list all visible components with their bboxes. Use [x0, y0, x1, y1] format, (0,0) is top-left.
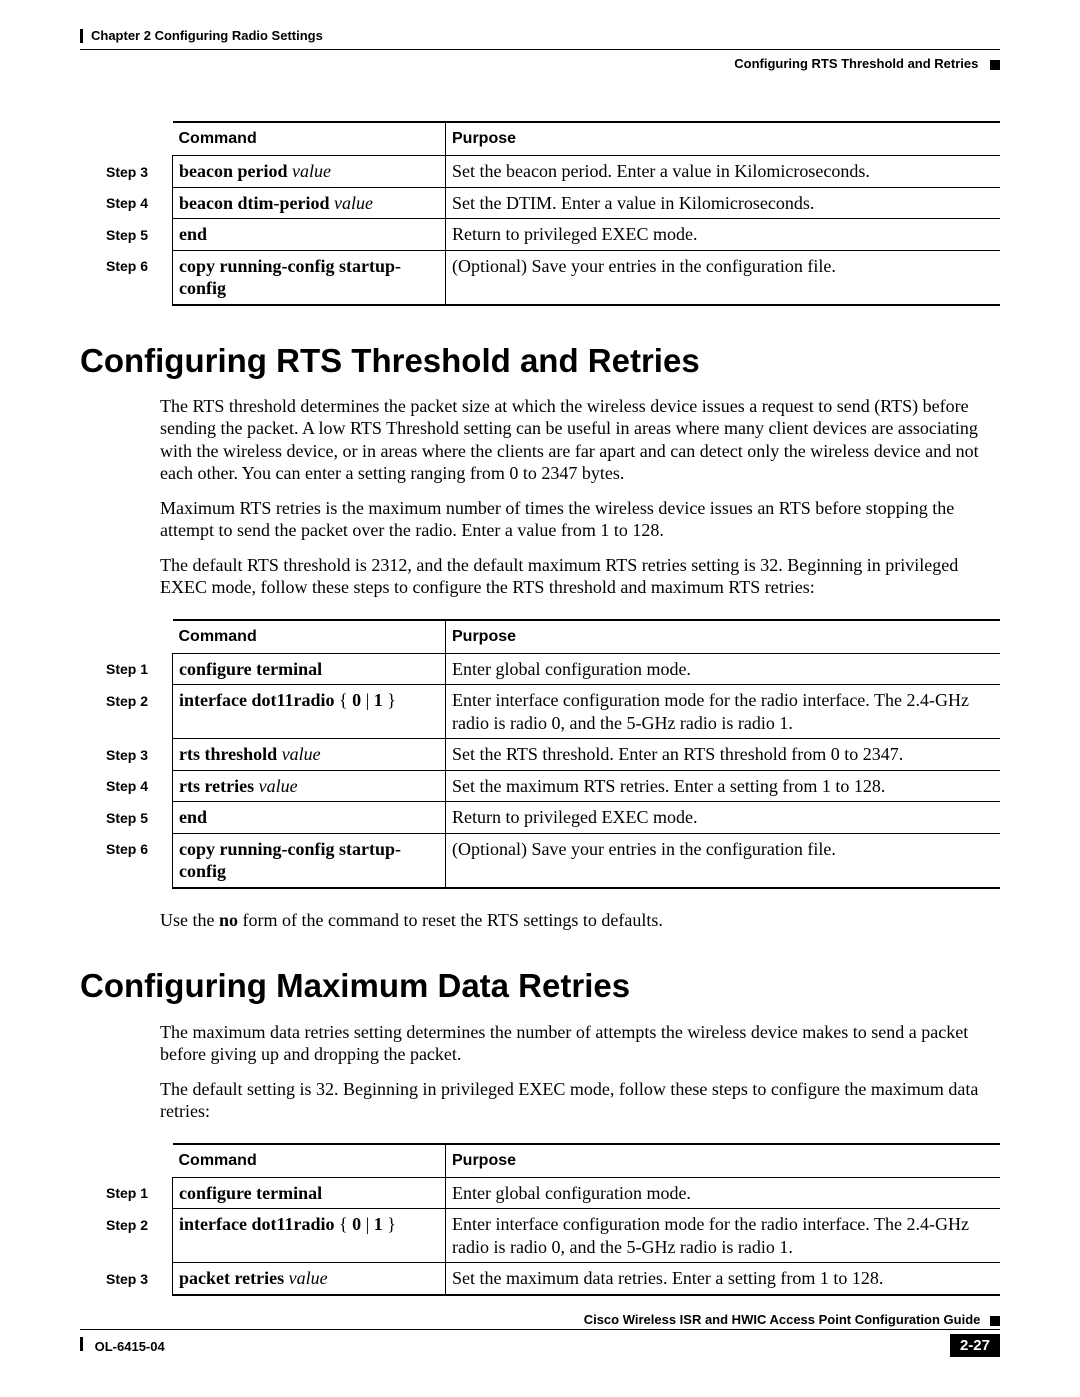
command-cell: interface dot11radio { 0 | 1 }: [173, 685, 446, 739]
command-header: Command: [173, 620, 446, 654]
paragraph: The maximum data retries setting determi…: [160, 1021, 1000, 1066]
header-square-icon: [990, 60, 1000, 70]
page-number: 2-27: [950, 1334, 1000, 1357]
purpose-header: Purpose: [446, 122, 1001, 156]
blank-header: [100, 1144, 173, 1178]
purpose-cell: (Optional) Save your entries in the conf…: [446, 250, 1001, 305]
purpose-cell: Return to privileged EXEC mode.: [446, 219, 1001, 251]
step-label: Step 6: [100, 250, 173, 305]
content-area: Command Purpose Step 3beacon period valu…: [160, 121, 1000, 1296]
command-header: Command: [173, 122, 446, 156]
step-label: Step 2: [100, 685, 173, 739]
step-label: Step 4: [100, 770, 173, 802]
command-cell: end: [173, 802, 446, 834]
step-label: Step 1: [100, 1177, 173, 1209]
command-cell: end: [173, 219, 446, 251]
command-cell: copy running-config startup-config: [173, 833, 446, 888]
footer-rule: [80, 1329, 1000, 1330]
purpose-header: Purpose: [446, 620, 1001, 654]
table-row: Step 4beacon dtim-period valueSet the DT…: [100, 187, 1000, 219]
purpose-cell: Return to privileged EXEC mode.: [446, 802, 1001, 834]
paragraph: Use the no form of the command to reset …: [160, 909, 1000, 932]
command-table-2: Command Purpose Step 1configure terminal…: [100, 619, 1000, 889]
footer-ol-number: OL-6415-04: [95, 1339, 165, 1354]
chapter-label: Chapter 2 Configuring Radio Settings: [91, 28, 323, 43]
command-cell: beacon dtim-period value: [173, 187, 446, 219]
header-rule: [80, 49, 1000, 50]
command-table-3: Command Purpose Step 1configure terminal…: [100, 1143, 1000, 1296]
purpose-cell: Set the beacon period. Enter a value in …: [446, 156, 1001, 188]
purpose-cell: Enter global configuration mode.: [446, 653, 1001, 685]
paragraph: Maximum RTS retries is the maximum numbe…: [160, 497, 1000, 542]
table-row: Step 2interface dot11radio { 0 | 1 }Ente…: [100, 685, 1000, 739]
purpose-cell: Enter global configuration mode.: [446, 1177, 1001, 1209]
table-row: Step 1configure terminalEnter global con…: [100, 1177, 1000, 1209]
command-header: Command: [173, 1144, 446, 1178]
footer-book-title: Cisco Wireless ISR and HWIC Access Point…: [584, 1312, 981, 1327]
command-cell: interface dot11radio { 0 | 1 }: [173, 1209, 446, 1263]
header-bar-icon: [80, 29, 83, 43]
table-row: Step 5endReturn to privileged EXEC mode.: [100, 219, 1000, 251]
table-row: Step 6copy running-config startup-config…: [100, 833, 1000, 888]
command-table-1: Command Purpose Step 3beacon period valu…: [100, 121, 1000, 306]
section-header: Configuring RTS Threshold and Retries: [80, 56, 1000, 71]
table-row: Step 1configure terminalEnter global con…: [100, 653, 1000, 685]
table-row: Step 3beacon period valueSet the beacon …: [100, 156, 1000, 188]
step-label: Step 5: [100, 802, 173, 834]
footer-bar-icon: [80, 1337, 83, 1351]
purpose-cell: Set the RTS threshold. Enter an RTS thre…: [446, 739, 1001, 771]
step-label: Step 5: [100, 219, 173, 251]
table-row: Step 6copy running-config startup-config…: [100, 250, 1000, 305]
purpose-cell: Enter interface configuration mode for t…: [446, 685, 1001, 739]
table-row: Step 3rts threshold valueSet the RTS thr…: [100, 739, 1000, 771]
footer-square-icon: [990, 1316, 1000, 1326]
command-cell: rts retries value: [173, 770, 446, 802]
command-cell: rts threshold value: [173, 739, 446, 771]
purpose-header: Purpose: [446, 1144, 1001, 1178]
purpose-cell: Set the maximum RTS retries. Enter a set…: [446, 770, 1001, 802]
table-row: Step 5endReturn to privileged EXEC mode.: [100, 802, 1000, 834]
purpose-cell: Set the maximum data retries. Enter a se…: [446, 1263, 1001, 1295]
command-cell: beacon period value: [173, 156, 446, 188]
chapter-header: Chapter 2 Configuring Radio Settings: [80, 28, 1000, 43]
blank-header: [100, 620, 173, 654]
step-label: Step 3: [100, 1263, 173, 1295]
section-title-maxretries: Configuring Maximum Data Retries: [80, 965, 1000, 1006]
command-cell: copy running-config startup-config: [173, 250, 446, 305]
purpose-cell: (Optional) Save your entries in the conf…: [446, 833, 1001, 888]
step-label: Step 6: [100, 833, 173, 888]
table-row: Step 2interface dot11radio { 0 | 1 }Ente…: [100, 1209, 1000, 1263]
paragraph: The default setting is 32. Beginning in …: [160, 1078, 1000, 1123]
command-cell: configure terminal: [173, 653, 446, 685]
page: Chapter 2 Configuring Radio Settings Con…: [0, 0, 1080, 1397]
page-footer: Cisco Wireless ISR and HWIC Access Point…: [80, 1312, 1000, 1357]
command-cell: packet retries value: [173, 1263, 446, 1295]
step-label: Step 4: [100, 187, 173, 219]
step-label: Step 2: [100, 1209, 173, 1263]
paragraph: The RTS threshold determines the packet …: [160, 395, 1000, 485]
purpose-cell: Enter interface configuration mode for t…: [446, 1209, 1001, 1263]
command-cell: configure terminal: [173, 1177, 446, 1209]
step-label: Step 3: [100, 739, 173, 771]
step-label: Step 1: [100, 653, 173, 685]
blank-header: [100, 122, 173, 156]
section-title-rts: Configuring RTS Threshold and Retries: [80, 340, 1000, 381]
table-row: Step 3packet retries valueSet the maximu…: [100, 1263, 1000, 1295]
table-row: Step 4rts retries valueSet the maximum R…: [100, 770, 1000, 802]
step-label: Step 3: [100, 156, 173, 188]
purpose-cell: Set the DTIM. Enter a value in Kilomicro…: [446, 187, 1001, 219]
paragraph: The default RTS threshold is 2312, and t…: [160, 554, 1000, 599]
section-label: Configuring RTS Threshold and Retries: [734, 56, 978, 71]
